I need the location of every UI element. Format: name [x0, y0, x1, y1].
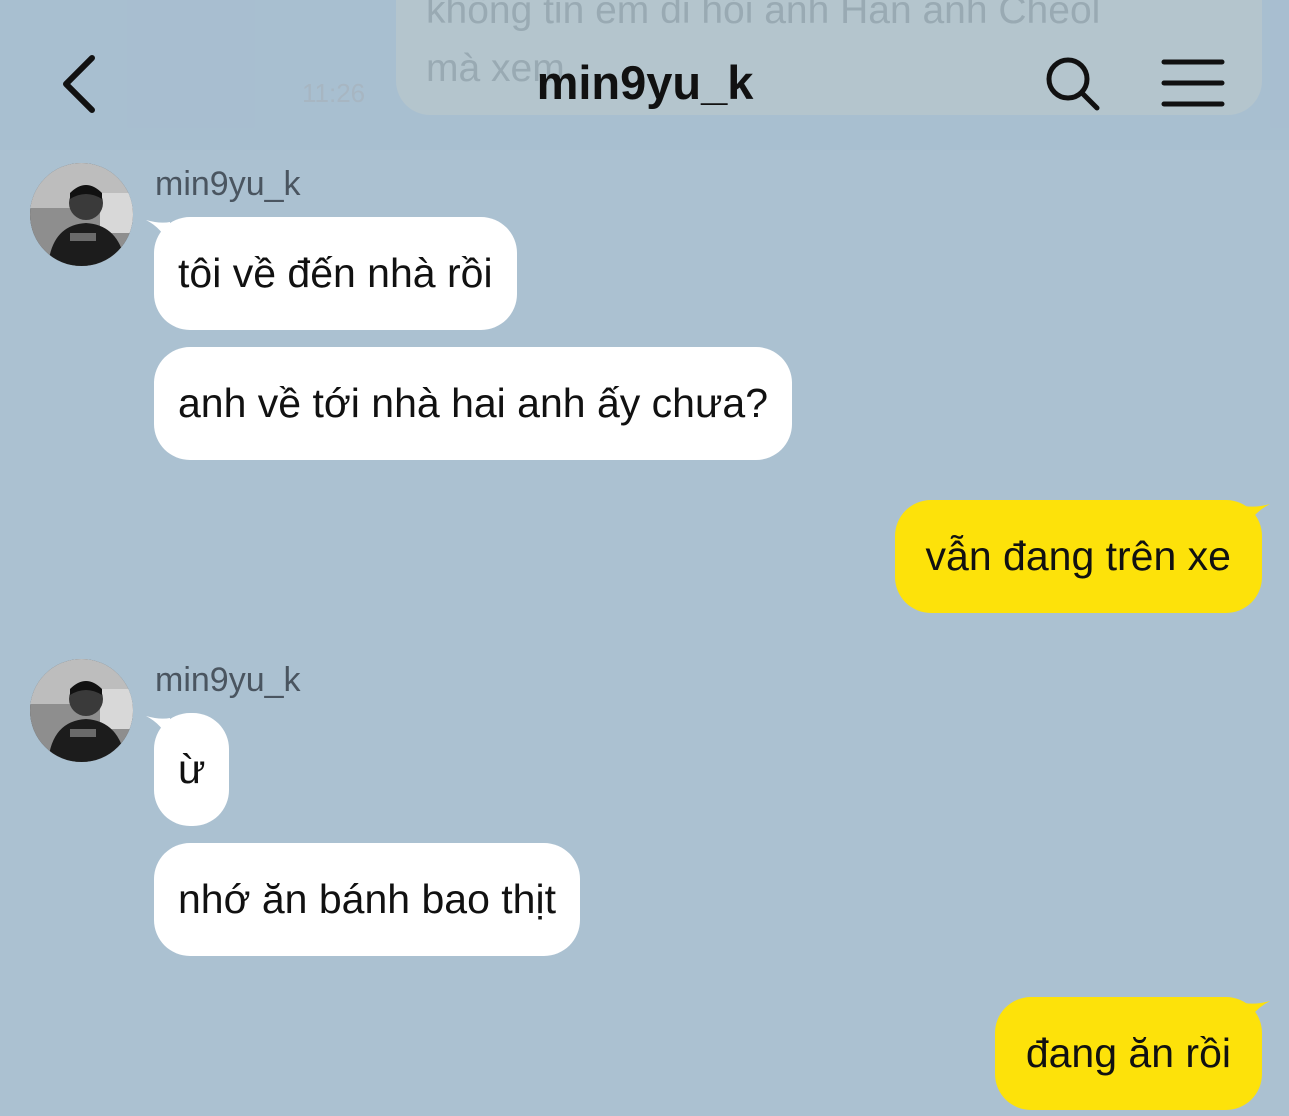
chevron-left-icon	[63, 55, 95, 113]
sender-avatar[interactable]	[30, 659, 133, 762]
message-bubble-outgoing[interactable]: đang ăn rồi	[994, 997, 1262, 1110]
chat-header: không tin em đi hỏi anh Han anh Cheol mà…	[0, 0, 1289, 150]
menu-button[interactable]	[1158, 56, 1228, 112]
avatar-photo	[30, 659, 133, 762]
back-button[interactable]	[48, 48, 112, 120]
hamburger-menu-icon	[1161, 59, 1225, 107]
sender-name: min9yu_k	[155, 661, 301, 699]
message-bubble-incoming[interactable]: anh về tới nhà hai anh ấy chưa?	[154, 347, 793, 460]
sender-name: min9yu_k	[155, 165, 301, 203]
previous-message-time: 11:26	[302, 78, 366, 108]
message-bubble-incoming[interactable]: tôi về đến nhà rồi	[154, 217, 517, 330]
message-bubble-outgoing[interactable]: vẫn đang trên xe	[894, 500, 1262, 613]
search-button[interactable]	[1040, 54, 1106, 114]
bubble-tail	[1244, 1001, 1270, 1027]
bubble-tail	[1244, 504, 1270, 530]
avatar-photo	[30, 163, 133, 266]
chat-title: min9yu_k	[536, 56, 754, 109]
sender-avatar[interactable]	[30, 163, 133, 266]
message-bubble-incoming[interactable]: nhớ ăn bánh bao thịt	[154, 843, 580, 956]
message-bubble-incoming[interactable]: ừ	[154, 713, 230, 826]
search-icon	[1046, 57, 1100, 111]
